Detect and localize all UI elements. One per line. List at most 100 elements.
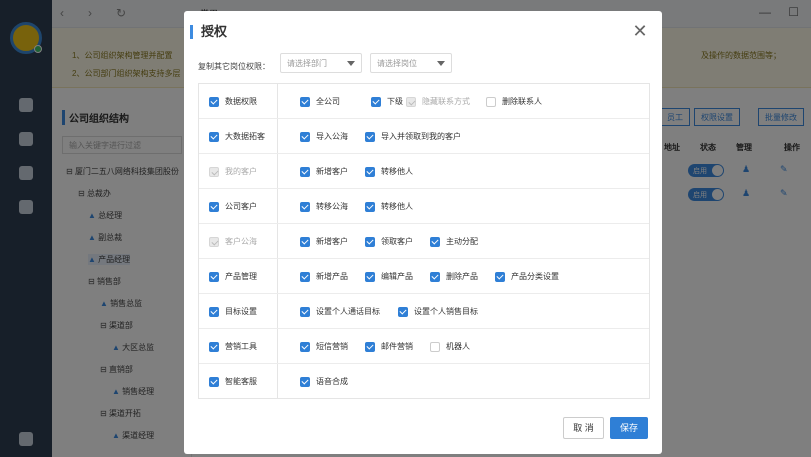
permission-item-label: 全公司 xyxy=(316,97,340,106)
checkbox-icon xyxy=(430,236,440,247)
permission-category-checkbox[interactable]: 智能客服 xyxy=(209,376,257,387)
permission-item-checkbox[interactable]: 全公司 xyxy=(300,96,340,107)
permission-item-checkbox[interactable]: 新增产品 xyxy=(300,271,348,282)
permission-category-label: 营销工具 xyxy=(225,342,257,351)
permission-item-checkbox[interactable]: 删除联系人 xyxy=(486,96,542,107)
cancel-button[interactable]: 取 消 xyxy=(563,417,604,439)
permission-item-label: 新增客户 xyxy=(316,167,348,176)
permission-item-checkbox[interactable]: 转移公海 xyxy=(300,201,348,212)
checkbox-icon xyxy=(209,131,219,142)
checkbox-icon xyxy=(406,96,416,107)
permission-item-label: 设置个人通话目标 xyxy=(316,307,380,316)
permission-item-label: 设置个人销售目标 xyxy=(414,307,478,316)
permission-item-checkbox[interactable]: 语音合成 xyxy=(300,376,348,387)
permission-item-label: 短信营销 xyxy=(316,342,348,351)
permission-item-checkbox[interactable]: 隐藏联系方式 xyxy=(406,96,470,107)
permission-item-label: 邮件营销 xyxy=(381,342,413,351)
permission-item-label: 导入并领取到我的客户 xyxy=(381,132,461,141)
checkbox-icon xyxy=(209,306,219,317)
permission-row: 营销工具 短信营销 邮件营销 机器人 xyxy=(199,329,649,364)
permission-item-checkbox[interactable]: 邮件营销 xyxy=(365,341,413,352)
checkbox-icon xyxy=(300,306,310,317)
checkbox-icon xyxy=(209,201,219,212)
checkbox-icon xyxy=(209,271,219,282)
permission-item-checkbox[interactable]: 导入并领取到我的客户 xyxy=(365,131,461,142)
permission-category-checkbox[interactable]: 营销工具 xyxy=(209,341,257,352)
permission-category-checkbox[interactable]: 大数据拓客 xyxy=(209,131,265,142)
chevron-down-icon xyxy=(347,61,355,66)
permission-category-label: 公司客户 xyxy=(225,202,257,211)
checkbox-icon xyxy=(300,96,310,107)
permission-row: 大数据拓客 导入公海 导入并领取到我的客户 xyxy=(199,119,649,154)
permission-item-label: 语音合成 xyxy=(316,377,348,386)
dialog-title: 授权 xyxy=(190,25,227,39)
permission-item-checkbox[interactable]: 新增客户 xyxy=(300,236,348,247)
checkbox-icon xyxy=(209,96,219,107)
permission-item-label: 主动分配 xyxy=(446,237,478,246)
checkbox-icon xyxy=(495,271,505,282)
permission-item-label: 转移公海 xyxy=(316,202,348,211)
permission-category-label: 客户公海 xyxy=(225,237,257,246)
chevron-down-icon xyxy=(437,61,445,66)
permission-category-label: 目标设置 xyxy=(225,307,257,316)
permission-category-label: 产品管理 xyxy=(225,272,257,281)
permission-item-label: 领取客户 xyxy=(381,237,413,246)
permission-item-label: 转移他人 xyxy=(381,202,413,211)
permission-item-checkbox[interactable]: 主动分配 xyxy=(430,236,478,247)
permission-item-label: 转移他人 xyxy=(381,167,413,176)
permission-item-checkbox[interactable]: 删除产品 xyxy=(430,271,478,282)
checkbox-icon xyxy=(300,376,310,387)
permission-category-label: 数据权限 xyxy=(225,97,257,106)
permission-category-checkbox[interactable]: 客户公海 xyxy=(209,236,257,247)
permission-item-checkbox[interactable]: 设置个人通话目标 xyxy=(300,306,380,317)
permission-item-checkbox[interactable]: 导入公海 xyxy=(300,131,348,142)
permission-item-label: 新增客户 xyxy=(316,237,348,246)
permission-item-label: 下级 xyxy=(387,97,403,106)
permission-category-label: 我的客户 xyxy=(225,167,257,176)
permission-category-checkbox[interactable]: 目标设置 xyxy=(209,306,257,317)
permission-item-checkbox[interactable]: 短信营销 xyxy=(300,341,348,352)
checkbox-icon xyxy=(209,236,219,247)
permission-item-checkbox[interactable]: 领取客户 xyxy=(365,236,413,247)
checkbox-icon xyxy=(365,271,375,282)
checkbox-icon xyxy=(430,341,440,352)
checkbox-icon xyxy=(209,376,219,387)
permission-row: 智能客服 语音合成 xyxy=(199,364,649,399)
checkbox-icon xyxy=(365,166,375,177)
permission-item-label: 删除产品 xyxy=(446,272,478,281)
close-icon[interactable]: ✕ xyxy=(632,22,648,40)
department-select[interactable]: 请选择部门 xyxy=(280,53,362,73)
permission-category-label: 智能客服 xyxy=(225,377,257,386)
permission-row: 目标设置 设置个人通话目标 设置个人销售目标 xyxy=(199,294,649,329)
permission-item-checkbox[interactable]: 设置个人销售目标 xyxy=(398,306,478,317)
permission-item-label: 编辑产品 xyxy=(381,272,413,281)
permission-item-label: 新增产品 xyxy=(316,272,348,281)
checkbox-icon xyxy=(365,341,375,352)
permission-category-checkbox[interactable]: 数据权限 xyxy=(209,96,257,107)
authorization-dialog: 授权 ✕ 复制其它岗位权限： 请选择部门 请选择岗位 数据权限 全公司 下级 隐藏联系… xyxy=(184,11,662,454)
checkbox-icon xyxy=(300,271,310,282)
checkbox-icon xyxy=(300,131,310,142)
permission-item-checkbox[interactable]: 转移他人 xyxy=(365,201,413,212)
post-select-value: 请选择岗位 xyxy=(377,59,417,68)
permission-row: 数据权限 全公司 下级 隐藏联系方式 删除联系人 xyxy=(199,84,649,119)
permission-item-checkbox[interactable]: 编辑产品 xyxy=(365,271,413,282)
permission-category-checkbox[interactable]: 我的客户 xyxy=(209,166,257,177)
checkbox-icon xyxy=(300,236,310,247)
checkbox-icon xyxy=(371,96,381,107)
permission-item-checkbox[interactable]: 产品分类设置 xyxy=(495,271,559,282)
permission-item-checkbox[interactable]: 下级 xyxy=(371,96,403,107)
permission-category-checkbox[interactable]: 公司客户 xyxy=(209,201,257,212)
permission-row: 产品管理 新增产品 编辑产品 删除产品 产品分类设置 xyxy=(199,259,649,294)
post-select[interactable]: 请选择岗位 xyxy=(370,53,452,73)
checkbox-icon xyxy=(398,306,408,317)
save-button[interactable]: 保存 xyxy=(610,417,648,439)
checkbox-icon xyxy=(300,201,310,212)
permission-item-checkbox[interactable]: 转移他人 xyxy=(365,166,413,177)
permission-item-checkbox[interactable]: 机器人 xyxy=(430,341,470,352)
permission-category-checkbox[interactable]: 产品管理 xyxy=(209,271,257,282)
permission-row: 客户公海 新增客户 领取客户 主动分配 xyxy=(199,224,649,259)
checkbox-icon xyxy=(365,201,375,212)
copy-permission-label: 复制其它岗位权限： xyxy=(198,62,270,71)
permission-item-checkbox[interactable]: 新增客户 xyxy=(300,166,348,177)
